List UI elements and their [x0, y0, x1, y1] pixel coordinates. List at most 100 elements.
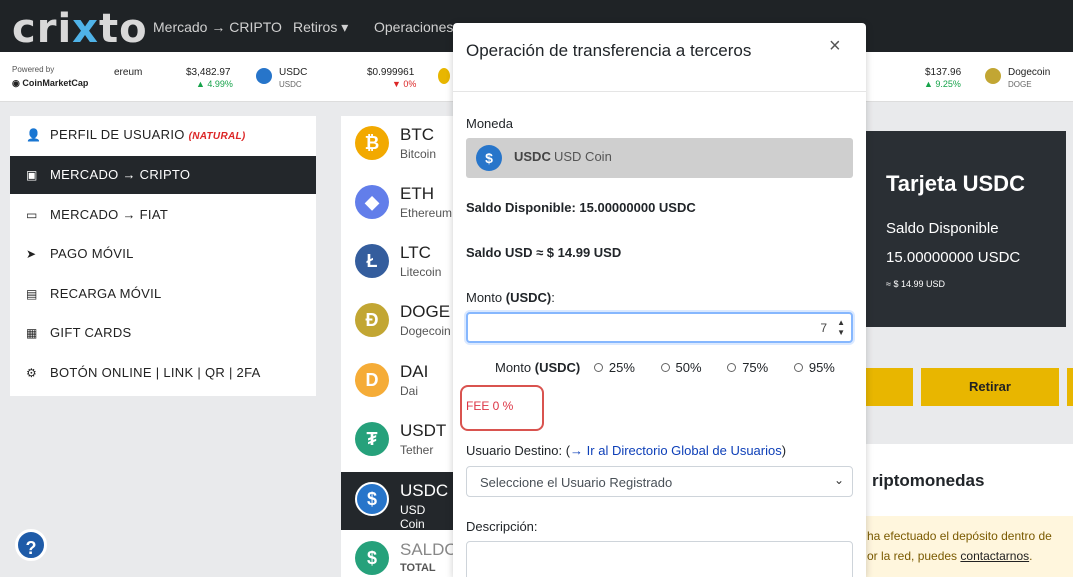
- amount-input[interactable]: 7 ▲ ▼: [466, 312, 853, 343]
- sidebar-item-perfil[interactable]: 👤 PERFIL DE USUARIO (NATURAL): [10, 116, 316, 154]
- selected-coin-name: USD Coin: [554, 149, 612, 164]
- coin-name: Tether: [400, 443, 434, 457]
- user-select[interactable]: Seleccione el Usuario Registrado ⌄: [466, 466, 853, 497]
- radio-95[interactable]: 95%: [793, 360, 835, 375]
- coin-symbol: SALDO: [400, 540, 458, 559]
- coin-symbol: DAI: [400, 362, 429, 381]
- coin-item-saldo-total[interactable]: $ SALDO TOTAL: [341, 531, 458, 577]
- panel-heading: riptomonedas: [872, 471, 985, 490]
- ethereum-icon: ◆: [355, 185, 389, 219]
- user-icon: 👤: [26, 128, 41, 142]
- coin-symbol: BTC: [400, 125, 434, 144]
- saldo-usd: Saldo USD ≈ $ 14.99 USD: [466, 245, 622, 260]
- selected-coin-symbol: USDC: [514, 149, 551, 164]
- user-select-placeholder: Seleccione el Usuario Registrado: [480, 475, 673, 490]
- stepper-icon[interactable]: ▲ ▼: [837, 318, 845, 338]
- contact-link[interactable]: contactarnos: [960, 549, 1029, 563]
- coin-item-eth[interactable]: ◆ ETH Ethereum: [341, 175, 453, 233]
- destino-label: Usuario Destino: (→ Ir al Directorio Glo…: [466, 443, 787, 458]
- radio-50[interactable]: 50%: [660, 360, 702, 375]
- sidebar-item-pago-movil[interactable]: ➤ PAGO MÓVIL: [10, 235, 316, 273]
- dogecoin-icon: Ð: [355, 303, 389, 337]
- tether-icon: ₮: [355, 422, 389, 456]
- nav-mercado-cripto[interactable]: Mercado → CRIPTO: [153, 19, 282, 35]
- usdc-coin-icon: [256, 68, 272, 84]
- notice-box: ha efectuado el depósito dentro de or la…: [855, 516, 1073, 577]
- coin-selector[interactable]: $ USDC USD Coin: [466, 138, 853, 178]
- usd-coin-icon: $: [355, 482, 389, 516]
- coin-item-doge[interactable]: Ð DOGE Dogecoin: [341, 293, 453, 351]
- sidebar-item-gift-cards[interactable]: ▦ GIFT CARDS: [10, 314, 316, 352]
- next-coin-icon: [438, 68, 450, 84]
- close-icon[interactable]: ×: [829, 35, 841, 58]
- money-icon: ▭: [26, 208, 38, 222]
- send-icon: ➤: [26, 247, 37, 261]
- sidebar-item-mercado-fiat[interactable]: ▭ MERCADO → FIAT: [10, 196, 316, 234]
- ticker-sol-change: ▲ 9.25%: [924, 79, 961, 89]
- transfer-modal: Operación de transferencia a terceros × …: [453, 23, 866, 577]
- moneda-label: Moneda: [466, 116, 513, 131]
- coin-name: Dai: [400, 384, 419, 398]
- saldo-disponible: Saldo Disponible: 15.00000000 USDC: [466, 200, 696, 215]
- retirar-button[interactable]: Retirar: [921, 368, 1059, 406]
- coin-item-dai[interactable]: D DAI Dai: [341, 353, 453, 411]
- coin-name: TOTAL: [400, 562, 436, 574]
- coin-item-usdc[interactable]: $ USDC USD Coin: [341, 472, 453, 531]
- gear-icon: ⚙: [26, 366, 37, 380]
- description-input[interactable]: [466, 541, 853, 577]
- coin-item-btc[interactable]: ₿ BTC Bitcoin: [341, 116, 453, 174]
- ticker-eth-symbol: ereum: [114, 67, 143, 78]
- sidebar-item-recarga-movil[interactable]: ▤ RECARGA MÓVIL: [10, 275, 316, 313]
- coin-name: Litecoin: [400, 265, 442, 279]
- deposit-button[interactable]: [866, 368, 913, 406]
- sidebar-item-boton-online[interactable]: ⚙ BOTÓN ONLINE | LINK | QR | 2FA: [10, 354, 316, 392]
- help-button[interactable]: ?: [15, 529, 47, 561]
- global-directory-link[interactable]: → Ir al Directorio Global de Usuarios: [570, 443, 782, 458]
- doge-coin-icon: [985, 68, 1001, 84]
- chevron-down-icon: ⌄: [833, 473, 844, 487]
- coin-item-ltc[interactable]: Ł LTC Litecoin: [341, 234, 453, 292]
- coin-name: USD Coin: [400, 503, 426, 531]
- coin-name: Dogecoin: [400, 324, 451, 338]
- usdc-icon: $: [476, 145, 502, 171]
- ticker-eth-price: $3,482.97: [186, 67, 231, 78]
- modal-title: Operación de transferencia a terceros: [466, 41, 752, 60]
- dollar-icon: $: [355, 541, 389, 575]
- monto-label: Monto (USDC):: [466, 290, 555, 305]
- coin-item-usdt[interactable]: ₮ USDT Tether: [341, 412, 453, 470]
- card-icon: ▤: [26, 287, 38, 301]
- coin-list: ₿ BTC Bitcoin ◆ ETH Ethereum Ł LTC Litec…: [341, 116, 458, 577]
- card-title: Tarjeta USDC: [886, 171, 1025, 196]
- usdc-card: Tarjeta USDC Saldo Disponible 15.0000000…: [866, 131, 1066, 327]
- descripcion-label: Descripción:: [466, 519, 538, 534]
- gift-icon: ▦: [26, 326, 38, 340]
- card-saldo-usd: ≈ $ 14.99 USD: [886, 279, 945, 289]
- amount-value: 7: [820, 321, 827, 335]
- card-saldo-value: 15.00000000 USDC: [886, 249, 1021, 266]
- ticker-usdc-sub: USDC: [279, 80, 302, 89]
- dai-icon: D: [355, 363, 389, 397]
- notice-line-2: or la red, puedes contactarnos.: [867, 549, 1033, 563]
- percent-options: Monto (USDC) 25% 50% 75% 95%: [495, 360, 835, 375]
- ticker-usdc-price: $0.999961: [367, 67, 415, 78]
- modal-divider: [453, 91, 866, 92]
- nav-retiros-dropdown[interactable]: Retiros ▾: [293, 19, 348, 36]
- ticker-usdc-change: ▼ 0%: [392, 79, 417, 89]
- ticker-doge-sub: DOGE: [1008, 80, 1032, 89]
- powered-by-label: Powered by: [12, 65, 55, 74]
- coin-name: Bitcoin: [400, 147, 437, 161]
- coin-symbol: ETH: [400, 184, 434, 203]
- radio-25[interactable]: 25%: [593, 360, 635, 375]
- coin-name: Ethereum: [400, 206, 453, 220]
- extra-button[interactable]: [1067, 368, 1073, 406]
- litecoin-icon: Ł: [355, 244, 389, 278]
- coin-symbol: LTC: [400, 243, 431, 262]
- sidebar-item-mercado-cripto[interactable]: ▣ MERCADO → CRIPTO: [10, 156, 316, 194]
- notice-line-1: ha efectuado el depósito dentro de: [867, 529, 1052, 543]
- coin-symbol: DOGE: [400, 302, 451, 321]
- crixto-logo[interactable]: crixto: [12, 6, 148, 52]
- natural-badge: (NATURAL): [188, 131, 246, 142]
- radio-75[interactable]: 75%: [727, 360, 768, 375]
- nav-operaciones[interactable]: Operaciones: [374, 19, 453, 35]
- fee-text: FEE 0 %: [466, 399, 514, 413]
